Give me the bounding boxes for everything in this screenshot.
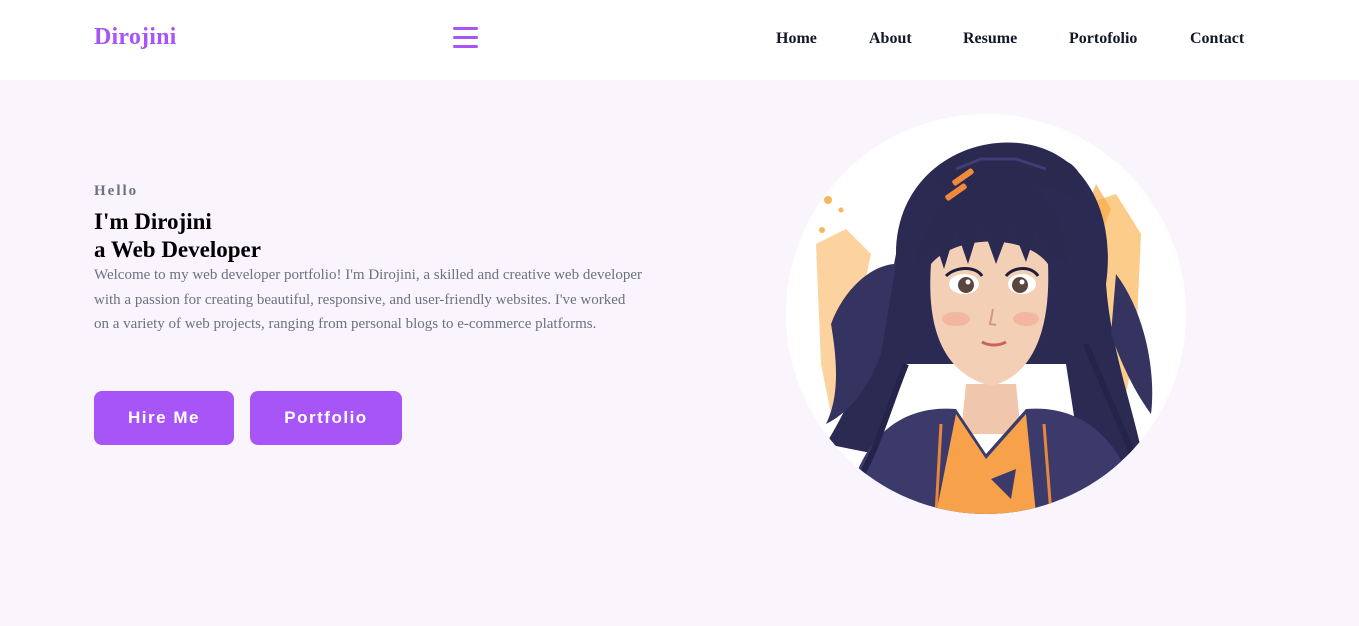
hero-description: Welcome to my web developer portfolio! I… xyxy=(94,267,642,332)
nav-link-contact[interactable]: Contact xyxy=(1190,30,1244,48)
portfolio-button[interactable]: Portfolio xyxy=(250,391,402,445)
hero-greeting: Hello xyxy=(94,183,139,199)
navbar: Dirojini Home About Resume Portofolio Co… xyxy=(0,0,1359,80)
nav-link-resume[interactable]: Resume xyxy=(963,30,1017,48)
nav-link-portfolio[interactable]: Portofolio xyxy=(1069,30,1137,48)
nav-link-about[interactable]: About xyxy=(869,30,912,48)
hero-title-line-1: I'm Dirojini xyxy=(94,209,212,234)
nav-link-home[interactable]: Home xyxy=(776,30,817,48)
profile-avatar xyxy=(786,114,1186,514)
anime-girl-portrait-illustration xyxy=(786,114,1186,514)
nav-links: Home About Resume Portofolio Contact xyxy=(0,30,1359,50)
hero-title-line-2: a Web Developer xyxy=(94,237,261,262)
hire-me-button[interactable]: Hire Me xyxy=(94,391,234,445)
hero-title: I'm Dirojini a Web Developer xyxy=(94,208,261,264)
